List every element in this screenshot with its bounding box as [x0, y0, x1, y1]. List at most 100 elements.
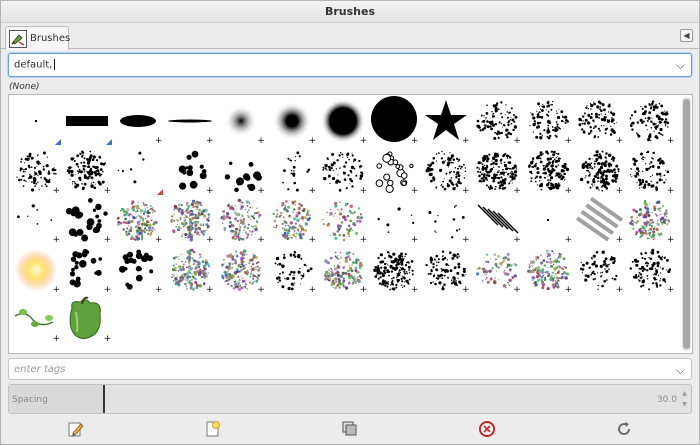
- brush-grunge-02[interactable]: +: [523, 146, 573, 195]
- brush-stroke-01[interactable]: +: [267, 245, 317, 294]
- brush-plus-icon: +: [564, 185, 572, 196]
- brush-acrylic-02[interactable]: +: [523, 96, 573, 146]
- brush-plus-icon: +: [462, 136, 470, 146]
- brush-badge-icon: [106, 139, 113, 145]
- duplicate-brush-button[interactable]: [341, 420, 359, 438]
- brush-grid-view: + + + + + + + + + + + + + + + + + + + + + + + + + + + + + + + + + + + + + + + +…: [8, 94, 693, 354]
- brush-plus-icon: +: [52, 185, 60, 196]
- brush-plus-icon: +: [154, 235, 163, 245]
- spacing-spinner[interactable]: ▲ ▼: [680, 388, 689, 410]
- brush-hatch[interactable]: +: [11, 195, 61, 245]
- brush-plus-icon: +: [615, 185, 624, 196]
- brush-pencil-01[interactable]: +: [216, 195, 266, 245]
- brush-charcoal-03[interactable]: +: [318, 146, 368, 195]
- brush-grunge-01[interactable]: +: [472, 146, 522, 195]
- brush-confetti[interactable]: +: [421, 146, 471, 195]
- brush-texture-04[interactable]: +: [574, 245, 624, 294]
- brush-plus-icon: +: [308, 185, 316, 196]
- brush-chalk-02[interactable]: [113, 146, 164, 195]
- brush-splats-01[interactable]: +: [62, 245, 112, 294]
- brush-pencil-02[interactable]: +: [267, 195, 317, 245]
- brush-acrylic-01[interactable]: +: [472, 96, 522, 146]
- brush-grunge-03[interactable]: +: [574, 146, 624, 195]
- brush-grunge-04[interactable]: +: [625, 146, 675, 195]
- tags-placeholder: enter tags: [14, 364, 66, 375]
- brush-plus-icon: +: [615, 235, 624, 245]
- brush-charcoal-01[interactable]: +: [216, 146, 266, 195]
- brush-plus-icon: +: [52, 235, 60, 245]
- brush-2-hardness-100[interactable]: +: [369, 96, 419, 146]
- brush-splats-03[interactable]: +: [165, 245, 215, 294]
- brush-pixel[interactable]: [11, 96, 61, 145]
- brush-block-01[interactable]: [62, 96, 113, 145]
- spacing-label: Spacing: [12, 395, 48, 405]
- brush-splats-04[interactable]: +: [216, 245, 266, 294]
- brush-badge-icon: [55, 139, 61, 145]
- brush-plus-icon: +: [103, 334, 112, 344]
- brush-oils-03[interactable]: +: [165, 195, 215, 245]
- tab-bar: Brushes ◀: [1, 23, 699, 50]
- brush-2-hardness-050[interactable]: +: [267, 96, 317, 146]
- brush-pepper-photo[interactable]: +: [62, 294, 112, 344]
- brush-sponge-01[interactable]: +: [574, 195, 624, 245]
- brush-plus-icon: +: [513, 136, 521, 146]
- edit-brush-button[interactable]: [67, 420, 85, 438]
- brush-acrylic-04[interactable]: +: [625, 96, 675, 146]
- brush-smoke[interactable]: +: [472, 195, 522, 245]
- brush-cells[interactable]: +: [369, 146, 419, 195]
- brush-plus-icon: +: [359, 185, 368, 196]
- brush-block-02[interactable]: +: [113, 96, 163, 146]
- brush-filter-combo[interactable]: default, ⌵: [8, 53, 692, 77]
- brush-plus-icon: +: [308, 136, 316, 146]
- brush-oils-02[interactable]: +: [113, 195, 163, 245]
- brush-plus-icon: +: [206, 235, 214, 245]
- brush-plus-icon: +: [410, 284, 419, 295]
- brush-vine[interactable]: +: [11, 294, 61, 344]
- brush-plus-icon: +: [206, 185, 214, 196]
- brush-chalk-03[interactable]: +: [165, 146, 215, 195]
- brush-texture-02[interactable]: +: [472, 245, 522, 294]
- brush-plus-icon: +: [359, 136, 368, 146]
- brush-oils-01[interactable]: +: [62, 195, 112, 245]
- brush-spark[interactable]: +: [523, 195, 573, 245]
- delete-brush-button[interactable]: [478, 420, 496, 438]
- brush-texture-01[interactable]: +: [421, 245, 471, 294]
- brush-plus-icon: +: [564, 136, 572, 146]
- brush-sponge-03[interactable]: +: [11, 245, 61, 294]
- brush-2-star[interactable]: +: [421, 96, 471, 146]
- grid-scrollbar[interactable]: [682, 97, 691, 351]
- brush-pencil-03[interactable]: +: [318, 195, 368, 245]
- brush-plus-icon: +: [564, 235, 572, 245]
- brush-plus-icon: +: [666, 136, 675, 146]
- brushes-icon: [9, 29, 27, 48]
- brush-plus-icon: +: [52, 334, 60, 344]
- scrollbar-thumb[interactable]: [683, 99, 690, 349]
- brush-acrylic-03[interactable]: +: [574, 96, 624, 146]
- tab-brushes[interactable]: Brushes: [5, 26, 70, 50]
- tags-input[interactable]: enter tags ⌵: [8, 358, 692, 380]
- new-brush-button[interactable]: [204, 420, 222, 438]
- brush-splats-02[interactable]: +: [113, 245, 163, 294]
- brush-stroke-03[interactable]: +: [369, 245, 419, 294]
- brush-block-03[interactable]: +: [165, 96, 215, 146]
- brush-pepper[interactable]: +: [369, 195, 419, 245]
- brush-chalk-01[interactable]: +: [62, 146, 112, 195]
- brush-charcoal-02[interactable]: +: [267, 146, 317, 195]
- brush-sand[interactable]: +: [421, 195, 471, 245]
- tab-menu-icon[interactable]: ◀: [680, 29, 693, 42]
- refresh-brushes-button[interactable]: [615, 420, 633, 438]
- brush-2-hardness-025[interactable]: +: [216, 96, 266, 146]
- spacing-value: 30.0: [656, 395, 677, 405]
- brush-texture-03[interactable]: +: [523, 245, 573, 294]
- brush-plus-icon: +: [257, 284, 265, 295]
- brush-2-hardness-075[interactable]: +: [318, 96, 368, 146]
- brush-plus-icon: +: [410, 136, 419, 146]
- brush-texture-05[interactable]: +: [625, 245, 675, 294]
- brush-sponge-02[interactable]: +: [625, 195, 675, 245]
- brush-acrylic-05[interactable]: +: [11, 146, 61, 195]
- tags-chevron-down-icon[interactable]: ⌵: [676, 363, 685, 378]
- brush-stroke-02[interactable]: +: [318, 245, 368, 294]
- chevron-down-icon[interactable]: ⌵: [676, 58, 685, 73]
- selected-brush-label: (None): [9, 82, 40, 92]
- spacing-slider[interactable]: Spacing 30.0 ▲ ▼: [8, 384, 692, 414]
